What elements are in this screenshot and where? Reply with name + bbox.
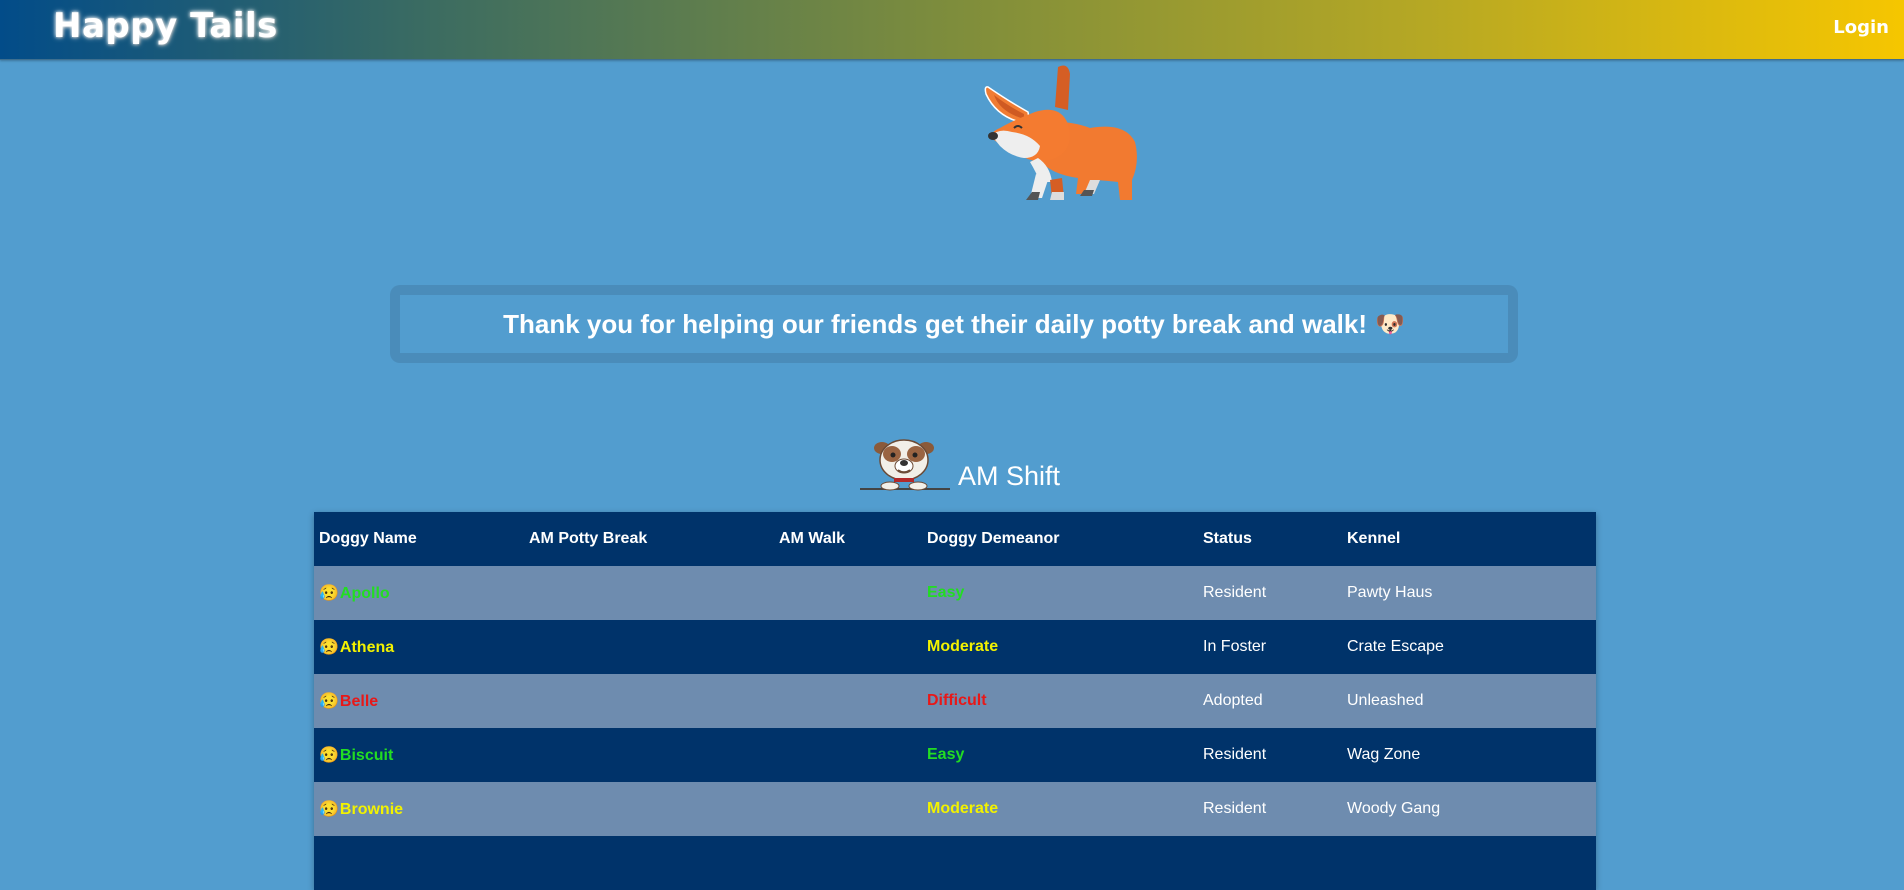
thank-you-banner-inner: Thank you for helping our friends get th… (400, 295, 1508, 353)
demeanor-cell: Moderate (927, 800, 999, 817)
corgi-illustration (984, 65, 1137, 200)
walk-cell[interactable] (774, 782, 922, 836)
sad-face-icon: 😥 (319, 801, 339, 818)
login-link[interactable]: Login (1833, 17, 1889, 38)
demeanor-cell: Easy (927, 584, 965, 601)
table-row[interactable]: 😥Athena Moderate In Foster Crate Escape (314, 620, 1596, 674)
column-header-potty[interactable]: AM Potty Break (524, 512, 774, 566)
dog-table-container: Doggy Name AM Potty Break AM Walk Doggy … (314, 512, 1596, 890)
dog-name[interactable]: Brownie (340, 801, 403, 818)
table-row[interactable]: 😥Apollo Easy Resident Pawty Haus (314, 566, 1596, 620)
column-header-walk[interactable]: AM Walk (774, 512, 922, 566)
shift-title: AM Shift (958, 461, 1061, 491)
status-cell: Resident (1203, 800, 1267, 817)
bulldog-icon (860, 439, 950, 491)
kennel-cell: Unleashed (1347, 692, 1424, 709)
walk-cell[interactable] (774, 620, 922, 674)
potty-break-cell[interactable] (524, 728, 774, 782)
sad-face-icon: 😥 (319, 585, 339, 602)
sad-face-icon: 😥 (319, 693, 339, 710)
status-cell: Adopted (1203, 692, 1263, 709)
kennel-cell: Crate Escape (1347, 638, 1444, 655)
dog-face-emoji: 🐶 (1375, 310, 1405, 338)
sad-face-icon: 😥 (319, 747, 339, 764)
demeanor-cell: Easy (927, 746, 965, 763)
potty-break-cell[interactable] (524, 674, 774, 728)
brand-logo[interactable]: Happy Tails (53, 6, 278, 46)
column-header-demeanor[interactable]: Doggy Demeanor (922, 512, 1198, 566)
top-navbar: Happy Tails Login (0, 0, 1904, 60)
thank-you-banner: Thank you for helping our friends get th… (390, 285, 1518, 363)
table-row[interactable]: 😥Biscuit Easy Resident Wag Zone (314, 728, 1596, 782)
status-cell: In Foster (1203, 638, 1267, 655)
walk-cell[interactable] (774, 566, 922, 620)
sad-face-icon: 😥 (319, 639, 339, 656)
potty-break-cell[interactable] (524, 566, 774, 620)
dog-name-cell[interactable]: 😥Belle (314, 674, 524, 728)
demeanor-cell: Moderate (927, 638, 999, 655)
dog-name[interactable]: Belle (340, 693, 378, 710)
table-row-partial (314, 836, 1596, 890)
demeanor-cell: Difficult (927, 692, 987, 709)
walk-cell[interactable] (774, 728, 922, 782)
shift-heading: AM Shift (860, 436, 1060, 494)
dog-name[interactable]: Biscuit (340, 747, 393, 764)
status-cell: Resident (1203, 584, 1267, 601)
dog-name-cell[interactable]: 😥Athena (314, 620, 524, 674)
potty-break-cell[interactable] (524, 620, 774, 674)
column-header-name[interactable]: Doggy Name (314, 512, 524, 566)
table-header-row: Doggy Name AM Potty Break AM Walk Doggy … (314, 512, 1596, 566)
thank-you-message: Thank you for helping our friends get th… (503, 308, 1367, 339)
kennel-cell: Woody Gang (1347, 800, 1441, 817)
dog-name-cell[interactable]: 😥Apollo (314, 566, 524, 620)
potty-break-cell[interactable] (524, 782, 774, 836)
dog-table: Doggy Name AM Potty Break AM Walk Doggy … (314, 512, 1596, 890)
table-row[interactable]: 😥Brownie Moderate Resident Woody Gang (314, 782, 1596, 836)
walk-cell[interactable] (774, 674, 922, 728)
status-cell: Resident (1203, 746, 1267, 763)
dog-name[interactable]: Athena (340, 639, 394, 656)
column-header-kennel[interactable]: Kennel (1342, 512, 1596, 566)
dog-name-cell[interactable]: 😥Brownie (314, 782, 524, 836)
table-row[interactable] (314, 836, 1596, 890)
dog-name-cell[interactable]: 😥Biscuit (314, 728, 524, 782)
table-row[interactable]: 😥Belle Difficult Adopted Unleashed (314, 674, 1596, 728)
kennel-cell: Pawty Haus (1347, 584, 1433, 601)
column-header-status[interactable]: Status (1198, 512, 1342, 566)
dog-name[interactable]: Apollo (340, 585, 390, 602)
kennel-cell: Wag Zone (1347, 746, 1421, 763)
